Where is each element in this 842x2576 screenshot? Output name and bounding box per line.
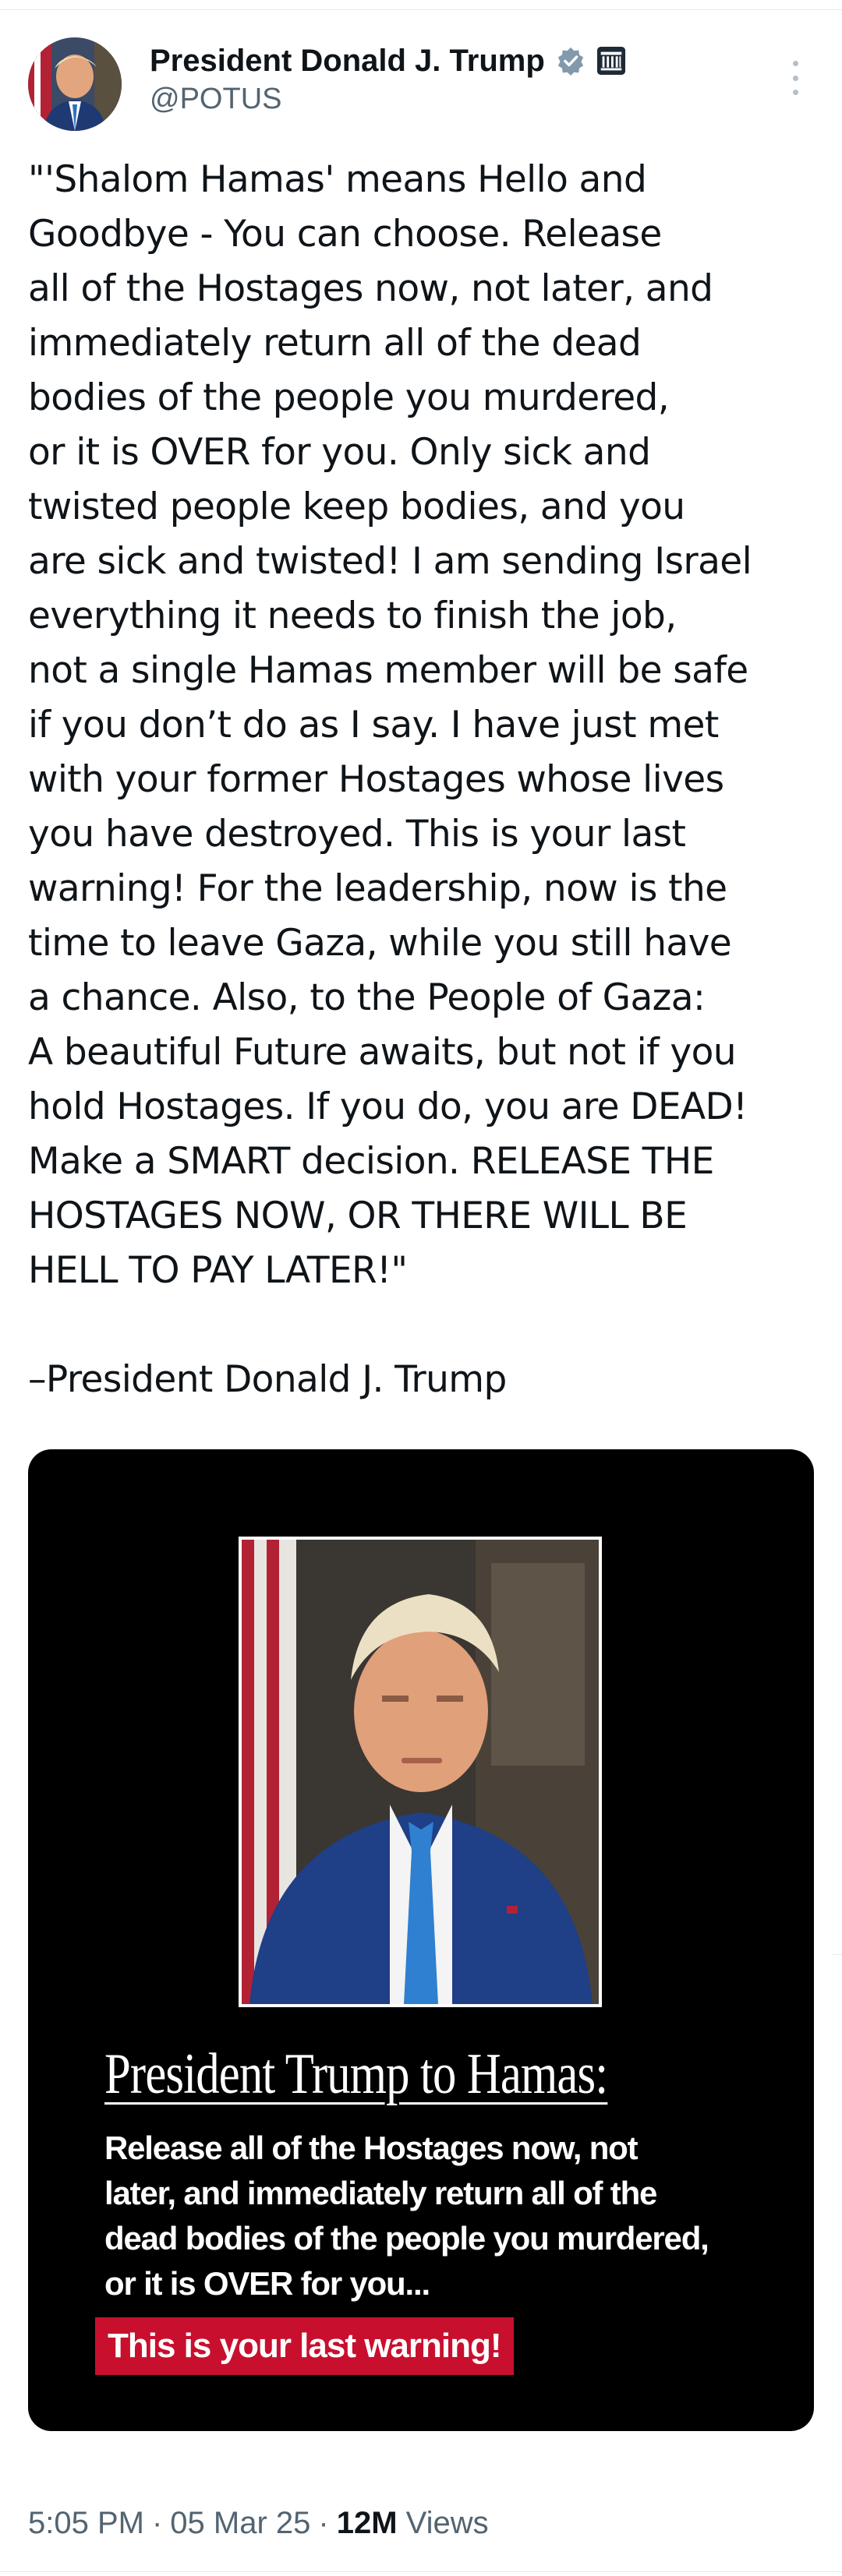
more-dot: [792, 75, 798, 81]
government-building-icon[interactable]: [596, 46, 626, 76]
media-body-text: Release all of the Hostages now, not lat…: [104, 2130, 709, 2302]
media-image-card[interactable]: President Trump to Hamas: Release all of…: [28, 1449, 814, 2431]
author-display-name[interactable]: President Donald J. Trump: [150, 44, 545, 79]
bottom-divider: [0, 2571, 842, 2572]
more-dot: [792, 61, 798, 66]
media-headline: President Trump to Hamas:: [104, 2042, 608, 2106]
author-name-row: President Donald J. Trump: [150, 41, 626, 81]
views-label: Views: [405, 2505, 489, 2540]
portrait-image: [242, 1540, 599, 2004]
tweet-signature: –President Donald J. Trump: [28, 1358, 507, 1401]
tweet-time[interactable]: 5:05 PM: [28, 2506, 144, 2541]
avatar-image: [28, 37, 122, 131]
author-handle[interactable]: @POTUS: [150, 83, 281, 116]
avatar[interactable]: [28, 37, 122, 131]
tweet-date[interactable]: 05 Mar 25: [170, 2506, 310, 2541]
views-count[interactable]: 12M: [337, 2506, 398, 2541]
more-options-icon[interactable]: [780, 56, 811, 100]
portrait-photo: [239, 1537, 602, 2007]
verified-badge-icon[interactable]: [556, 46, 586, 76]
side-divider: [833, 1954, 842, 1955]
top-divider: [0, 0, 842, 10]
tweet-text: "'Shalom Hamas' means Hello and Goodbye …: [28, 158, 752, 1292]
tweet-metadata: 5:05 PM · 05 Mar 25 · 12M Views: [28, 2500, 489, 2546]
meta-separator: ·: [151, 2505, 163, 2540]
meta-separator: ·: [318, 2505, 329, 2540]
media-warning-banner: This is your last warning!: [95, 2317, 514, 2375]
more-dot: [792, 90, 798, 95]
views-spacer: [398, 2506, 406, 2541]
